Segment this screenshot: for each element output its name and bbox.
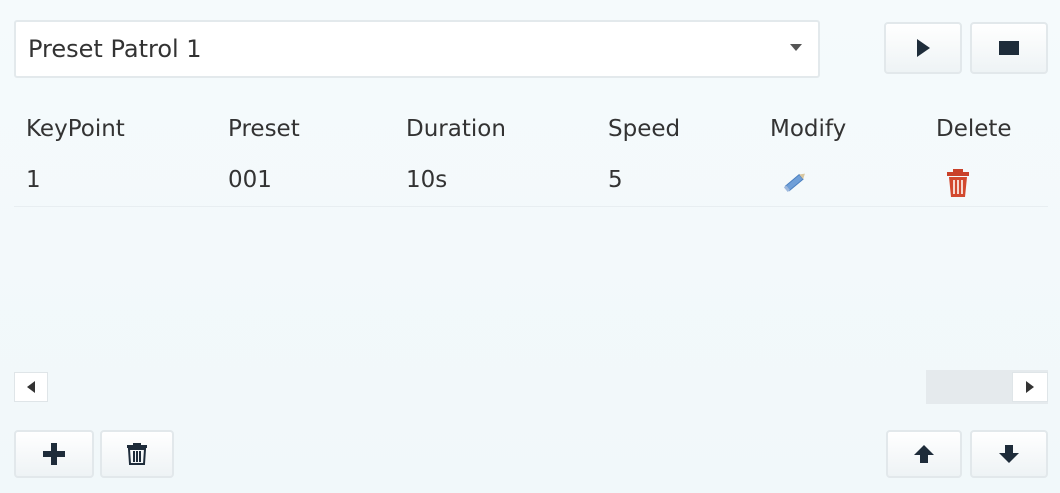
play-button[interactable] [884,22,962,74]
patrol-select-value: Preset Patrol 1 [28,35,202,63]
cell-speed: 5 [608,167,623,193]
header-duration: Duration [406,116,506,142]
chevron-down-icon[interactable] [790,44,802,51]
header-speed: Speed [608,116,681,142]
header-preset: Preset [228,116,300,142]
header-keypoint: KeyPoint [26,116,125,142]
trash-icon [127,443,147,465]
delete-keypoint-button[interactable] [100,430,174,478]
patrol-select[interactable]: Preset Patrol 1 [14,20,820,78]
arrow-left-icon [27,381,35,393]
cell-preset: 001 [228,167,272,193]
edit-pencil-icon[interactable] [780,168,810,196]
move-up-button[interactable] [886,430,962,478]
stop-icon [999,41,1019,55]
cell-keypoint: 1 [26,167,41,193]
header-modify: Modify [770,116,847,142]
scroll-left-button[interactable] [14,372,48,402]
move-down-button[interactable] [970,430,1048,478]
plus-icon [43,443,65,465]
stop-button[interactable] [970,22,1048,74]
add-keypoint-button[interactable] [14,430,94,478]
trash-icon[interactable] [944,168,972,198]
arrow-down-icon [999,445,1019,463]
scroll-right-button[interactable] [1012,372,1048,402]
arrow-right-icon [1026,381,1034,393]
arrow-up-icon [914,445,934,463]
preset-patrol-panel: Preset Patrol 1 KeyPoint Preset Duration… [0,0,1060,493]
row-divider [14,206,1048,207]
play-icon [916,39,930,57]
header-delete: Delete [936,116,1012,142]
cell-duration: 10s [406,167,448,193]
